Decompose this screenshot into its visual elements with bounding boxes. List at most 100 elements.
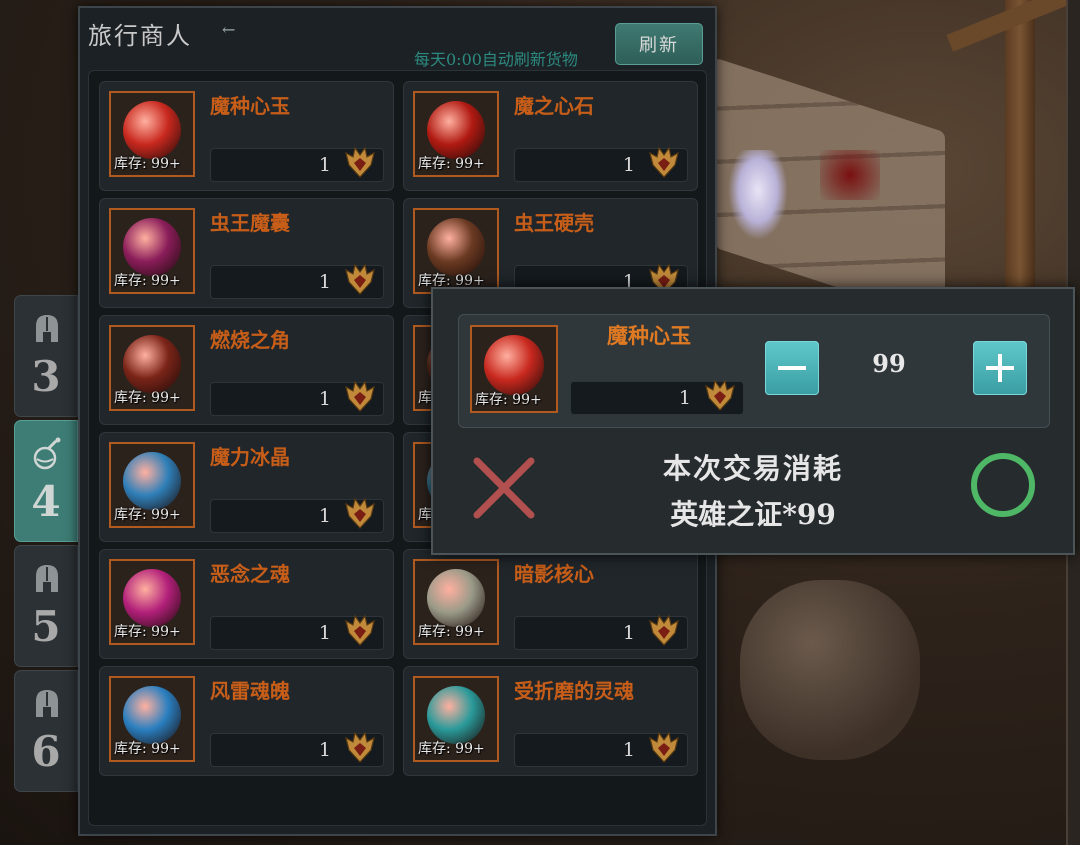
item-stock: 库存: 99+ <box>114 624 181 640</box>
hero-emblem-icon <box>705 379 735 411</box>
dialog-price-value: 1 <box>678 387 691 409</box>
potion-icon <box>33 437 61 470</box>
item-stock: 库存: 99+ <box>418 624 485 640</box>
item-stock: 库存: 99+ <box>114 273 181 289</box>
item-thumbnail: 库存: 99+ <box>413 676 499 762</box>
shop-item-card[interactable]: 库存: 99+ 魔力冰晶 1 <box>99 432 394 542</box>
item-name: 燃烧之角 <box>210 328 290 352</box>
refresh-button[interactable]: 刷新 <box>615 23 703 65</box>
item-thumbnail: 库存: 99+ <box>109 442 195 528</box>
item-price-box: 1 <box>210 263 384 299</box>
item-gem-image <box>123 335 181 393</box>
item-price-value: 1 <box>318 622 331 644</box>
hero-emblem-icon <box>345 146 375 178</box>
shop-item-card[interactable]: 库存: 99+ 恶念之魂 1 <box>99 549 394 659</box>
shop-item-card[interactable]: 库存: 99+ 虫王魔囊 1 <box>99 198 394 308</box>
decrease-quantity-button[interactable] <box>765 341 819 395</box>
tab-6[interactable]: 6 <box>14 670 78 792</box>
trade-cost-value: 英雄之证*99 <box>670 498 836 531</box>
tab-4[interactable]: 4 <box>14 420 78 542</box>
item-stock: 库存: 99+ <box>114 390 181 406</box>
tab-number: 4 <box>31 477 61 526</box>
item-price-box: 1 <box>210 380 384 416</box>
item-name: 虫王魔囊 <box>210 211 290 235</box>
item-thumbnail: 库存: 99+ <box>109 325 195 411</box>
item-gem-image <box>427 101 485 159</box>
background-boulder <box>740 580 920 760</box>
shop-item-card[interactable]: 库存: 99+ 魔之心石 1 <box>403 81 698 191</box>
helmet-icon <box>36 690 58 717</box>
confirm-circle-icon[interactable] <box>971 453 1035 517</box>
item-name: 风雷魂魄 <box>210 679 290 703</box>
shop-item-card[interactable]: 库存: 99+ 燃烧之角 1 <box>99 315 394 425</box>
tab-number: 6 <box>31 727 61 776</box>
item-thumbnail: 库存: 99+ <box>413 559 499 645</box>
item-price-box: 1 <box>514 146 688 182</box>
tab-number: 5 <box>31 602 61 651</box>
item-thumbnail: 库存: 99+ <box>109 559 195 645</box>
item-price-value: 1 <box>622 154 635 176</box>
item-price-value: 1 <box>318 154 331 176</box>
increase-quantity-button[interactable] <box>973 341 1027 395</box>
item-gem-image <box>427 569 485 627</box>
item-thumbnail: 库存: 99+ <box>413 91 499 177</box>
background-blood-stain <box>820 150 880 200</box>
hero-emblem-icon <box>345 614 375 646</box>
tab-5[interactable]: 5 <box>14 545 78 667</box>
item-price-value: 1 <box>622 739 635 761</box>
item-price-box: 1 <box>210 614 384 650</box>
dialog-item-card: 库存: 99+ 魔种心玉 1 99 <box>458 314 1050 428</box>
shop-item-card[interactable]: 库存: 99+ 风雷魂魄 1 <box>99 666 394 776</box>
back-arrow-icon[interactable]: ← <box>222 20 235 39</box>
hero-emblem-icon <box>345 497 375 529</box>
item-price-value: 1 <box>622 622 635 644</box>
hero-emblem-icon <box>345 731 375 763</box>
item-gem-image <box>123 686 181 744</box>
item-gem-image <box>123 569 181 627</box>
dialog-item-name: 魔种心玉 <box>607 323 691 348</box>
item-stock: 库存: 99+ <box>418 156 485 172</box>
item-stock: 库存: 99+ <box>475 392 542 408</box>
item-price-value: 1 <box>318 388 331 410</box>
item-price-value: 1 <box>318 505 331 527</box>
hero-emblem-icon <box>649 146 679 178</box>
hero-emblem-icon <box>345 263 375 295</box>
item-name: 虫王硬壳 <box>514 211 594 235</box>
shop-item-card[interactable]: 库存: 99+ 暗影核心 1 <box>403 549 698 659</box>
tab-3[interactable]: 3 <box>14 295 78 417</box>
item-name: 受折磨的灵魂 <box>514 679 634 703</box>
background-post <box>1005 0 1035 290</box>
item-stock: 库存: 99+ <box>114 741 181 757</box>
shop-item-card[interactable]: 库存: 99+ 受折磨的灵魂 1 <box>403 666 698 776</box>
cancel-cross-icon[interactable] <box>469 453 539 523</box>
trade-cost-label: 本次交易消耗 <box>662 452 843 485</box>
tab-number: 3 <box>31 352 61 401</box>
item-name: 魔种心玉 <box>210 94 290 118</box>
panel-title: 旅行商人 <box>88 22 192 50</box>
shop-item-card[interactable]: 库存: 99+ 魔种心玉 1 <box>99 81 394 191</box>
item-gem-image <box>484 335 544 395</box>
item-price-value: 1 <box>318 739 331 761</box>
hero-emblem-icon <box>649 614 679 646</box>
item-name: 魔之心石 <box>514 94 594 118</box>
helmet-icon <box>36 315 58 342</box>
refresh-hint: 每天0:00自动刷新货物 <box>414 50 578 69</box>
item-price-box: 1 <box>514 731 688 767</box>
item-name: 暗影核心 <box>514 562 594 586</box>
item-gem-image <box>427 218 485 276</box>
helmet-icon <box>36 565 58 592</box>
minus-icon <box>778 366 806 370</box>
item-gem-image <box>123 452 181 510</box>
item-stock: 库存: 99+ <box>114 156 181 172</box>
item-price-box: 1 <box>210 497 384 533</box>
item-stock: 库存: 99+ <box>114 507 181 523</box>
hero-emblem-icon <box>345 380 375 412</box>
dialog-item-thumbnail: 库存: 99+ <box>470 325 558 413</box>
item-name: 魔力冰晶 <box>210 445 290 469</box>
item-thumbnail: 库存: 99+ <box>109 208 195 294</box>
item-name: 恶念之魂 <box>210 562 290 586</box>
dialog-price-box: 1 <box>570 379 744 415</box>
item-thumbnail: 库存: 99+ <box>109 91 195 177</box>
background-creature <box>728 150 788 240</box>
item-price-box: 1 <box>210 731 384 767</box>
